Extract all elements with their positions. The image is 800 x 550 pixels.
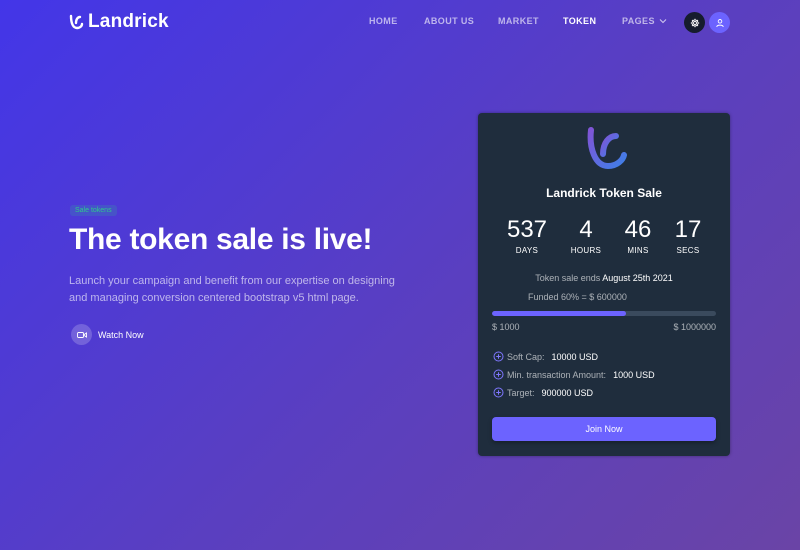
stat-min-transaction-value: 1000 USD [613,369,655,380]
sale-badge: Sale tokens [70,205,117,216]
watch-now-circle [71,324,92,345]
stat-min-transaction: Min. transaction Amount: 1000 USD [493,369,655,380]
token-sale-card: Landrick Token Sale 537 DAYS 4 HOURS 46 … [478,113,730,456]
stat-soft-cap-value: 10000 USD [551,351,599,362]
landrick-logo-icon [69,14,84,30]
countdown-hours: 4 HOURS [561,216,611,255]
countdown-secs-value: 17 [674,216,702,243]
nav-item-market[interactable]: MARKET [498,16,539,26]
video-icon [76,331,87,338]
brand-name: Landrick [88,11,169,32]
nav-item-home[interactable]: HOME [369,16,398,26]
user-icon [715,18,724,27]
join-now-button[interactable]: Join Now [492,417,716,441]
stat-target: Target: 900000 USD [493,387,593,398]
funding-progress-fill [492,311,627,316]
funding-progress-bar [492,311,716,316]
settings-button[interactable] [684,12,705,33]
countdown-mins-value: 46 [624,216,652,243]
watch-now-label: Watch Now [98,329,144,340]
stat-target-key: Target: [507,387,535,398]
funding-range-min: $ 1000 [492,322,520,332]
countdown-days: 537 DAYS [502,216,552,255]
sale-end-text: Token sale ends August 25th 2021 [478,273,730,283]
sale-end-prefix: Token sale ends [535,273,601,283]
landrick-logo-icon [587,127,627,170]
user-account-button[interactable] [709,12,730,33]
card-title: Landrick Token Sale [546,186,662,200]
countdown-hours-value: 4 [579,216,593,243]
nav-item-about-us[interactable]: ABOUT US [424,16,474,26]
nav-item-token[interactable]: TOKEN [563,16,596,26]
stat-target-value: 900000 USD [541,387,594,398]
plus-circle-icon [493,387,504,398]
stat-soft-cap-key: Soft Cap: [507,351,545,362]
countdown-secs: 17 SECS [663,216,713,255]
brand-logo[interactable]: Landrick [68,11,169,33]
countdown-mins: 46 MINS [613,216,663,255]
nav-item-pages[interactable]: PAGES [622,16,667,26]
countdown-mins-label: MINS [627,246,649,255]
countdown-hours-label: HOURS [570,246,602,255]
funded-text: Funded 60% = $ 600000 [528,292,627,302]
hero-description: Launch your campaign and benefit from ou… [69,275,395,304]
countdown-days-value: 537 [506,216,548,243]
nav-item-pages-label: PAGES [622,16,655,26]
countdown-secs-label: SECS [676,246,700,255]
countdown-days-label: DAYS [515,246,539,255]
gear-icon [690,18,699,27]
plus-circle-icon [493,369,504,380]
watch-now-button[interactable]: Watch Now [71,324,144,345]
stat-soft-cap: Soft Cap: 10000 USD [493,351,598,362]
plus-circle-icon [493,351,504,362]
stat-min-transaction-key: Min. transaction Amount: [507,369,607,380]
hero-title: The token sale is live! [69,223,373,256]
funding-range-max: $ 1000000 [673,322,716,332]
sale-end-date: August 25th 2021 [602,273,673,283]
chevron-down-icon [659,19,667,24]
